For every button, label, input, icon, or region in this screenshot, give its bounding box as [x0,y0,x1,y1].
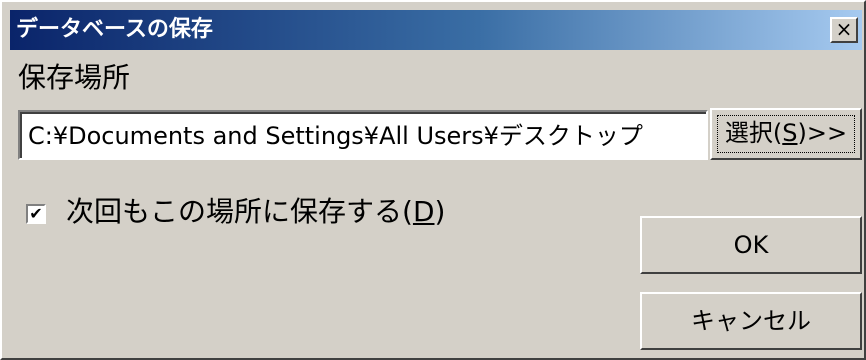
focus-rect [717,115,855,153]
select-folder-button[interactable]: 選択(S)>> [710,108,862,160]
save-path-value: C:¥Documents and Settings¥All Users¥デスクト… [20,112,706,158]
checkmark-icon: ✔ [29,204,43,223]
cancel-button[interactable]: キャンセル [640,292,862,350]
close-button[interactable]: × [830,17,858,43]
checkbox-label-accel: D [412,195,435,228]
close-icon: × [835,17,853,41]
remember-location-label[interactable]: 次回もこの場所に保存する(D) [66,192,445,232]
save-path-field[interactable]: C:¥Documents and Settings¥All Users¥デスクト… [18,110,708,160]
ok-button[interactable]: OK [640,216,862,274]
remember-location-checkbox[interactable]: ✔ [26,204,46,224]
save-location-label: 保存場所 [18,61,131,94]
window-title: データベースの保存 [16,17,213,42]
save-database-dialog: データベースの保存 × 保存場所 C:¥Documents and Settin… [0,0,866,360]
checkbox-label-suffix: ) [434,195,446,228]
title-bar[interactable]: データベースの保存 × [10,10,862,50]
checkbox-label-prefix: 次回もこの場所に保存する( [66,195,413,228]
